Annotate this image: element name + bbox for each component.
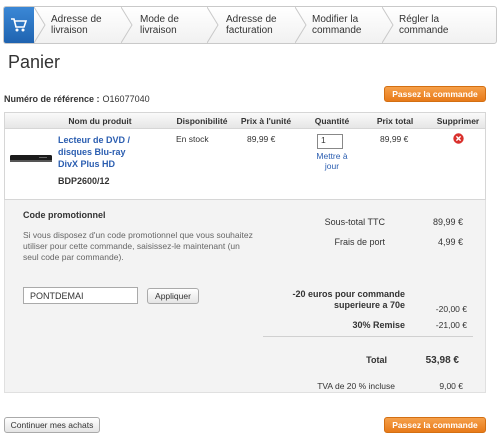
order-reference: Numéro de référence : O16077040 (4, 94, 150, 104)
header-product: Nom du produit (68, 116, 132, 126)
promo-title: Code promotionnel (23, 210, 106, 220)
header-unit-price: Prix à l'unité (240, 116, 292, 126)
shipping-label: Frais de port (334, 237, 385, 247)
total-label: Total (366, 355, 387, 365)
discount-30-value: -21,00 € (435, 320, 467, 330)
update-quantity-link[interactable]: Mettre à jour (307, 151, 357, 171)
discount-30-label: 30% Remise (352, 320, 405, 330)
subtotal-label: Sous-total TTC (324, 217, 385, 227)
step-pay-order[interactable]: Régler la commande (399, 7, 448, 43)
discount-20-value: -20,00 € (435, 304, 467, 314)
chevron-right-icon (295, 7, 307, 43)
promo-description: Si vous disposez d'un code promotionnel … (23, 230, 253, 262)
continue-shopping-button[interactable]: Continuer mes achats (4, 417, 100, 433)
reference-label: Numéro de référence : (4, 94, 100, 104)
total-price: 89,99 € (380, 134, 409, 144)
reference-value: O16077040 (102, 94, 150, 104)
checkout-stepper: Adresse de livraison Mode de livraison A… (3, 6, 497, 44)
header-remove: Supprimer (436, 116, 480, 126)
totals-divider (263, 336, 473, 337)
checkout-button-top[interactable]: Passez la commande (384, 86, 486, 102)
header-total: Prix total (376, 116, 414, 126)
step-shipping-method[interactable]: Mode de livraison (140, 7, 179, 43)
step-shipping-address[interactable]: Adresse de livraison (51, 7, 102, 43)
chevron-right-icon (382, 7, 394, 43)
subtotal-value: 89,99 € (432, 217, 463, 227)
quantity-input[interactable]: 1 (317, 134, 343, 149)
cart-step[interactable] (4, 7, 34, 43)
availability: En stock (176, 134, 209, 144)
chevron-right-icon (207, 7, 219, 43)
header-availability: Disponibilité (176, 116, 228, 126)
discount-20-label: -20 euros pour commande superieure a 70e (292, 289, 405, 310)
step-billing-address[interactable]: Adresse de facturation (226, 7, 277, 43)
checkout-button-bottom[interactable]: Passez la commande (384, 417, 486, 433)
product-code: BDP2600/12 (58, 176, 110, 186)
order-summary: Code promotionnel Si vous disposez d'un … (4, 200, 486, 393)
page-title: Panier (8, 52, 61, 72)
total-value: 53,98 € (425, 355, 459, 366)
cart-table: Nom du produit Disponibilité Prix à l'un… (4, 112, 486, 200)
chevron-right-icon (34, 7, 46, 43)
product-name-link[interactable]: Lecteur de DVD / disques Blu-ray DivX Pl… (58, 134, 148, 170)
product-image[interactable] (9, 151, 53, 165)
cart-icon (11, 18, 28, 32)
promo-code-input[interactable]: PONTDEMAI (23, 287, 138, 304)
shipping-value: 4,99 € (437, 237, 463, 247)
header-quantity: Quantité (314, 116, 350, 126)
table-header: Nom du produit Disponibilité Prix à l'un… (5, 113, 485, 129)
chevron-right-icon (121, 7, 133, 43)
remove-icon[interactable] (453, 133, 464, 144)
vat-value: 9,00 € (439, 381, 463, 391)
unit-price: 89,99 € (247, 134, 276, 144)
vat-label: TVA de 20 % incluse (317, 381, 395, 391)
apply-promo-button[interactable]: Appliquer (147, 288, 199, 304)
step-modify-order[interactable]: Modifier la commande (312, 7, 361, 43)
